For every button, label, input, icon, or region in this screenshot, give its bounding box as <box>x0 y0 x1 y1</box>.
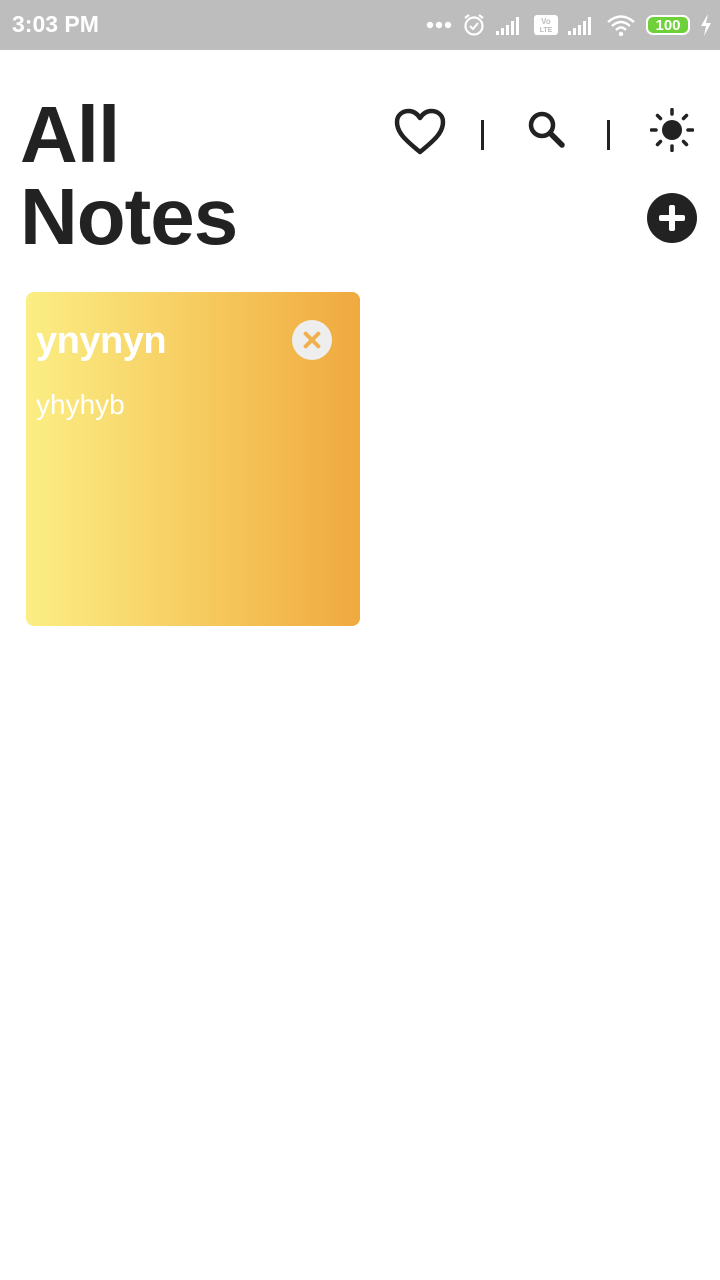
page-title-line1: All <box>20 90 120 179</box>
status-icons: Vo LTE 100 <box>426 10 712 40</box>
charging-icon <box>700 14 712 36</box>
svg-text:Vo: Vo <box>541 17 551 26</box>
battery-icon: 100 <box>646 15 690 35</box>
signal-icon <box>568 15 596 35</box>
page-title-line2: Notes <box>20 172 238 261</box>
alarm-icon <box>462 13 486 37</box>
toolbar-divider <box>481 120 484 150</box>
status-time: 3:03 PM <box>12 11 99 37</box>
note-card[interactable]: ynynyn yhyhyb <box>26 292 360 626</box>
wifi-icon <box>606 13 636 37</box>
more-dots-icon <box>426 21 452 29</box>
status-bar: 3:03 PM Vo LTE 100 <box>0 0 720 50</box>
signal-icon <box>496 15 524 35</box>
search-icon[interactable] <box>527 110 567 155</box>
toolbar-divider <box>607 120 610 150</box>
add-note-button[interactable] <box>647 193 697 243</box>
delete-note-button[interactable] <box>292 320 332 360</box>
heart-icon[interactable] <box>394 108 446 161</box>
note-title: ynynyn <box>36 320 167 362</box>
volte-icon: Vo LTE <box>534 15 558 35</box>
brightness-icon[interactable] <box>649 107 695 157</box>
note-body: yhyhyb <box>36 389 125 420</box>
page-title: All Notes <box>20 90 238 261</box>
svg-text:LTE: LTE <box>540 27 553 34</box>
